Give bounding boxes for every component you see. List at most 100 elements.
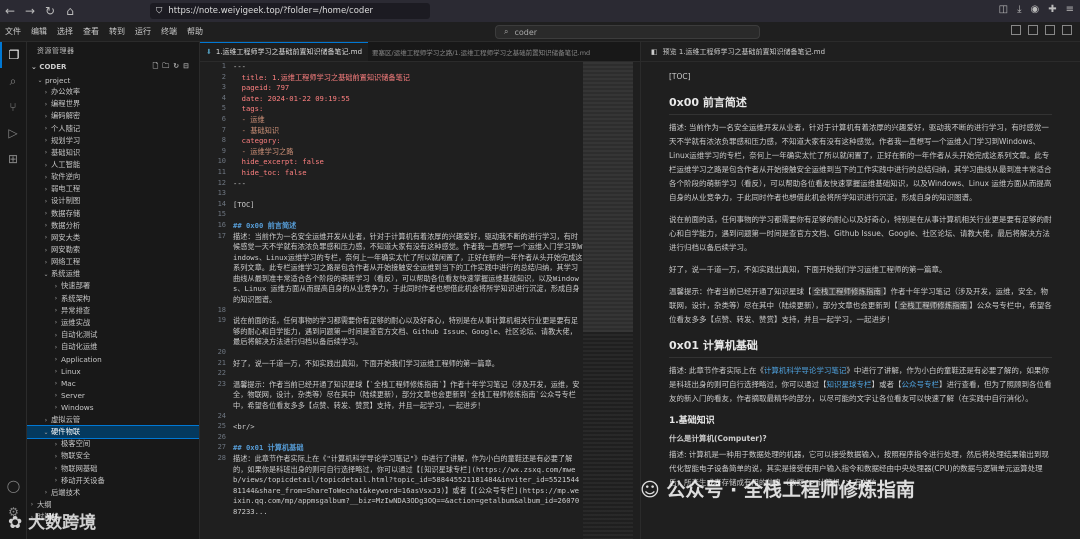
tree-folder-project[interactable]: ⌄ project xyxy=(27,74,199,86)
menu-icon[interactable]: ≡ xyxy=(1066,4,1074,15)
code-line[interactable]: <br/> xyxy=(233,422,583,433)
code-line[interactable]: pageid: 797 xyxy=(233,83,583,94)
code-line[interactable] xyxy=(233,412,583,423)
tree-item[interactable]: › 编程世界 xyxy=(27,98,199,110)
code-line[interactable]: 好了，说一千道一万，不如实践出真知，下面开始我们学习运维工程师的第一篇章。 xyxy=(233,359,583,370)
code-line[interactable]: 描述：此章节作者实际上在《"计算机科学导论学习笔记"》中进行了讲解，作为小白的童… xyxy=(233,454,583,518)
tree-item[interactable]: › 快速部署 xyxy=(27,280,199,292)
code-line[interactable]: [TOC] xyxy=(233,200,583,211)
tree-item[interactable]: › 移动开关设备 xyxy=(27,475,199,487)
tree-item[interactable]: › 基础知识 xyxy=(27,147,199,159)
code-line[interactable]: date: 2024-01-22 09:19:55 xyxy=(233,94,583,105)
tree-item[interactable]: › 网安勒索 xyxy=(27,244,199,256)
tree-item[interactable]: › 编码解密 xyxy=(27,110,199,122)
tree-item[interactable]: ⌄ 系统运维 xyxy=(27,268,199,280)
code-line[interactable]: - 运维学习之路 xyxy=(233,147,583,158)
code-line[interactable] xyxy=(233,348,583,359)
account-icon[interactable]: ◉ xyxy=(1030,4,1039,15)
tree-item[interactable]: › 极客空间 xyxy=(27,438,199,450)
search-icon[interactable]: ⌕ xyxy=(0,68,26,94)
tree-item[interactable]: › 网络工程 xyxy=(27,256,199,268)
tab-markdown-file[interactable]: ⬇ 1.运维工程师学习之基础前置知识储备笔记.md xyxy=(200,42,369,61)
tree-item[interactable]: › 异常排查 xyxy=(27,305,199,317)
code-line[interactable]: - 基础知识 xyxy=(233,126,583,137)
tree-item[interactable]: › 数据分析 xyxy=(27,220,199,232)
code-editor[interactable]: 1 2 3 4 5 6 7 8 9 10 11 12 13 14 15 16 17 18 19 20 21 22 23 24 2… xyxy=(200,62,640,539)
toggle-sidebar-icon[interactable] xyxy=(1011,25,1021,35)
code-line[interactable] xyxy=(233,210,583,221)
code-line[interactable]: ## 0x00 前言简述 xyxy=(233,221,583,232)
code-line[interactable]: 描述：当前作为一名安全运维开发从业者，针对于计算机有着浓厚的兴趣爱好，驱动我不断… xyxy=(233,232,583,306)
run-debug-icon[interactable]: ▷ xyxy=(0,120,26,146)
menu-edit[interactable]: 编辑 xyxy=(26,26,52,37)
url-bar[interactable]: ⛉ https://note.weiyigeek.top/?folder=/ho… xyxy=(150,3,430,19)
tree-item[interactable]: › Linux xyxy=(27,365,199,377)
tree-item[interactable]: › 个人随记 xyxy=(27,123,199,135)
home-icon[interactable]: ⌂ xyxy=(60,4,80,18)
code-line[interactable]: title: 1.运维工程师学习之基础前置知识储备笔记 xyxy=(233,73,583,84)
tree-item[interactable]: › 虚拟云管 xyxy=(27,414,199,426)
download-icon[interactable]: ⤓ xyxy=(1017,4,1021,15)
account-icon[interactable]: ◯ xyxy=(0,473,27,499)
customize-layout-icon[interactable] xyxy=(1062,25,1072,35)
tree-item[interactable]: › 自动化运维 xyxy=(27,341,199,353)
tree-item[interactable]: › Mac xyxy=(27,378,199,390)
code-content[interactable]: --- title: 1.运维工程师学习之基础前置知识储备笔记 pageid: … xyxy=(233,62,583,539)
tree-item[interactable]: › 系统架构 xyxy=(27,293,199,305)
menu-help[interactable]: 帮助 xyxy=(182,26,208,37)
preview-link[interactable]: 公众号专栏 xyxy=(902,380,940,389)
back-icon[interactable]: ← xyxy=(0,4,20,18)
tree-item[interactable]: › Windows xyxy=(27,402,199,414)
minimap[interactable] xyxy=(583,62,633,539)
code-line[interactable]: - 运维 xyxy=(233,115,583,126)
workspace-root[interactable]: ⌄ CODER 🗋🗀↻⊟ xyxy=(27,60,199,74)
code-line[interactable]: ## 0x01 计算机基础 xyxy=(233,443,583,454)
tree-item[interactable]: › 后端技术 xyxy=(27,487,199,499)
code-line[interactable] xyxy=(233,306,583,317)
code-line[interactable] xyxy=(233,189,583,200)
menu-terminal[interactable]: 终端 xyxy=(156,26,182,37)
code-line[interactable]: category: xyxy=(233,136,583,147)
toggle-secondary-icon[interactable] xyxy=(1045,25,1055,35)
code-line[interactable]: tags: xyxy=(233,104,583,115)
preview-link[interactable]: 知识星球专栏 xyxy=(827,380,872,389)
code-line[interactable]: hide_toc: false xyxy=(233,168,583,179)
pocket-icon[interactable]: ◫ xyxy=(999,4,1008,15)
tree-item[interactable]: › 规划学习 xyxy=(27,135,199,147)
code-line[interactable] xyxy=(233,433,583,444)
tab-preview[interactable]: ◧ 预览 1.运维工程师学习之基础前置知识储备笔记.md xyxy=(640,42,1080,62)
explorer-icon[interactable]: ❐ xyxy=(0,42,26,68)
tree-item[interactable]: › Application xyxy=(27,353,199,365)
code-line[interactable]: 温馨提示：作者当前已经开通了知识星球【`全栈工程师修炼指南`】作者十年学习笔记（… xyxy=(233,380,583,412)
menu-go[interactable]: 转到 xyxy=(104,26,130,37)
forward-icon[interactable]: → xyxy=(20,4,40,18)
source-control-icon[interactable]: ⑂ xyxy=(0,94,26,120)
menu-run[interactable]: 运行 xyxy=(130,26,156,37)
minimap-viewport[interactable] xyxy=(583,62,633,332)
extensions-icon[interactable]: ⊞ xyxy=(0,146,26,172)
code-line[interactable]: hide_excerpt: false xyxy=(233,157,583,168)
code-line[interactable]: 说在前面的话，任何事物的学习都需要你有足够的耐心以及好奇心，特别是在从事计算机相… xyxy=(233,316,583,348)
menu-file[interactable]: 文件 xyxy=(0,26,26,37)
tree-item[interactable]: › 物联网基础 xyxy=(27,463,199,475)
command-center[interactable]: ⌕ coder xyxy=(495,25,760,39)
tree-item[interactable]: ⌄ 硬件物联 xyxy=(27,425,199,440)
code-line[interactable]: --- xyxy=(233,62,583,73)
tree-item[interactable]: › 办公效率 xyxy=(27,86,199,98)
code-line[interactable]: --- xyxy=(233,179,583,190)
tree-item[interactable]: › 物联安全 xyxy=(27,450,199,462)
explorer-actions[interactable]: 🗋🗀↻⊟ xyxy=(153,62,193,73)
toggle-panel-icon[interactable] xyxy=(1028,25,1038,35)
code-line[interactable] xyxy=(233,369,583,380)
tree-item[interactable]: › 数据存储 xyxy=(27,208,199,220)
tree-item[interactable]: › 软件逆向 xyxy=(27,171,199,183)
reload-icon[interactable]: ↻ xyxy=(40,4,60,18)
preview-link[interactable]: 计算机科学导论学习笔记 xyxy=(764,366,847,375)
tree-item[interactable]: › 弱电工程 xyxy=(27,183,199,195)
tree-item[interactable]: › 设计制图 xyxy=(27,195,199,207)
tree-item[interactable]: › 人工智能 xyxy=(27,159,199,171)
menu-view[interactable]: 查看 xyxy=(78,26,104,37)
menu-selection[interactable]: 选择 xyxy=(52,26,78,37)
extensions-icon[interactable]: ✚ xyxy=(1048,4,1056,15)
tree-item[interactable]: › Server xyxy=(27,390,199,402)
